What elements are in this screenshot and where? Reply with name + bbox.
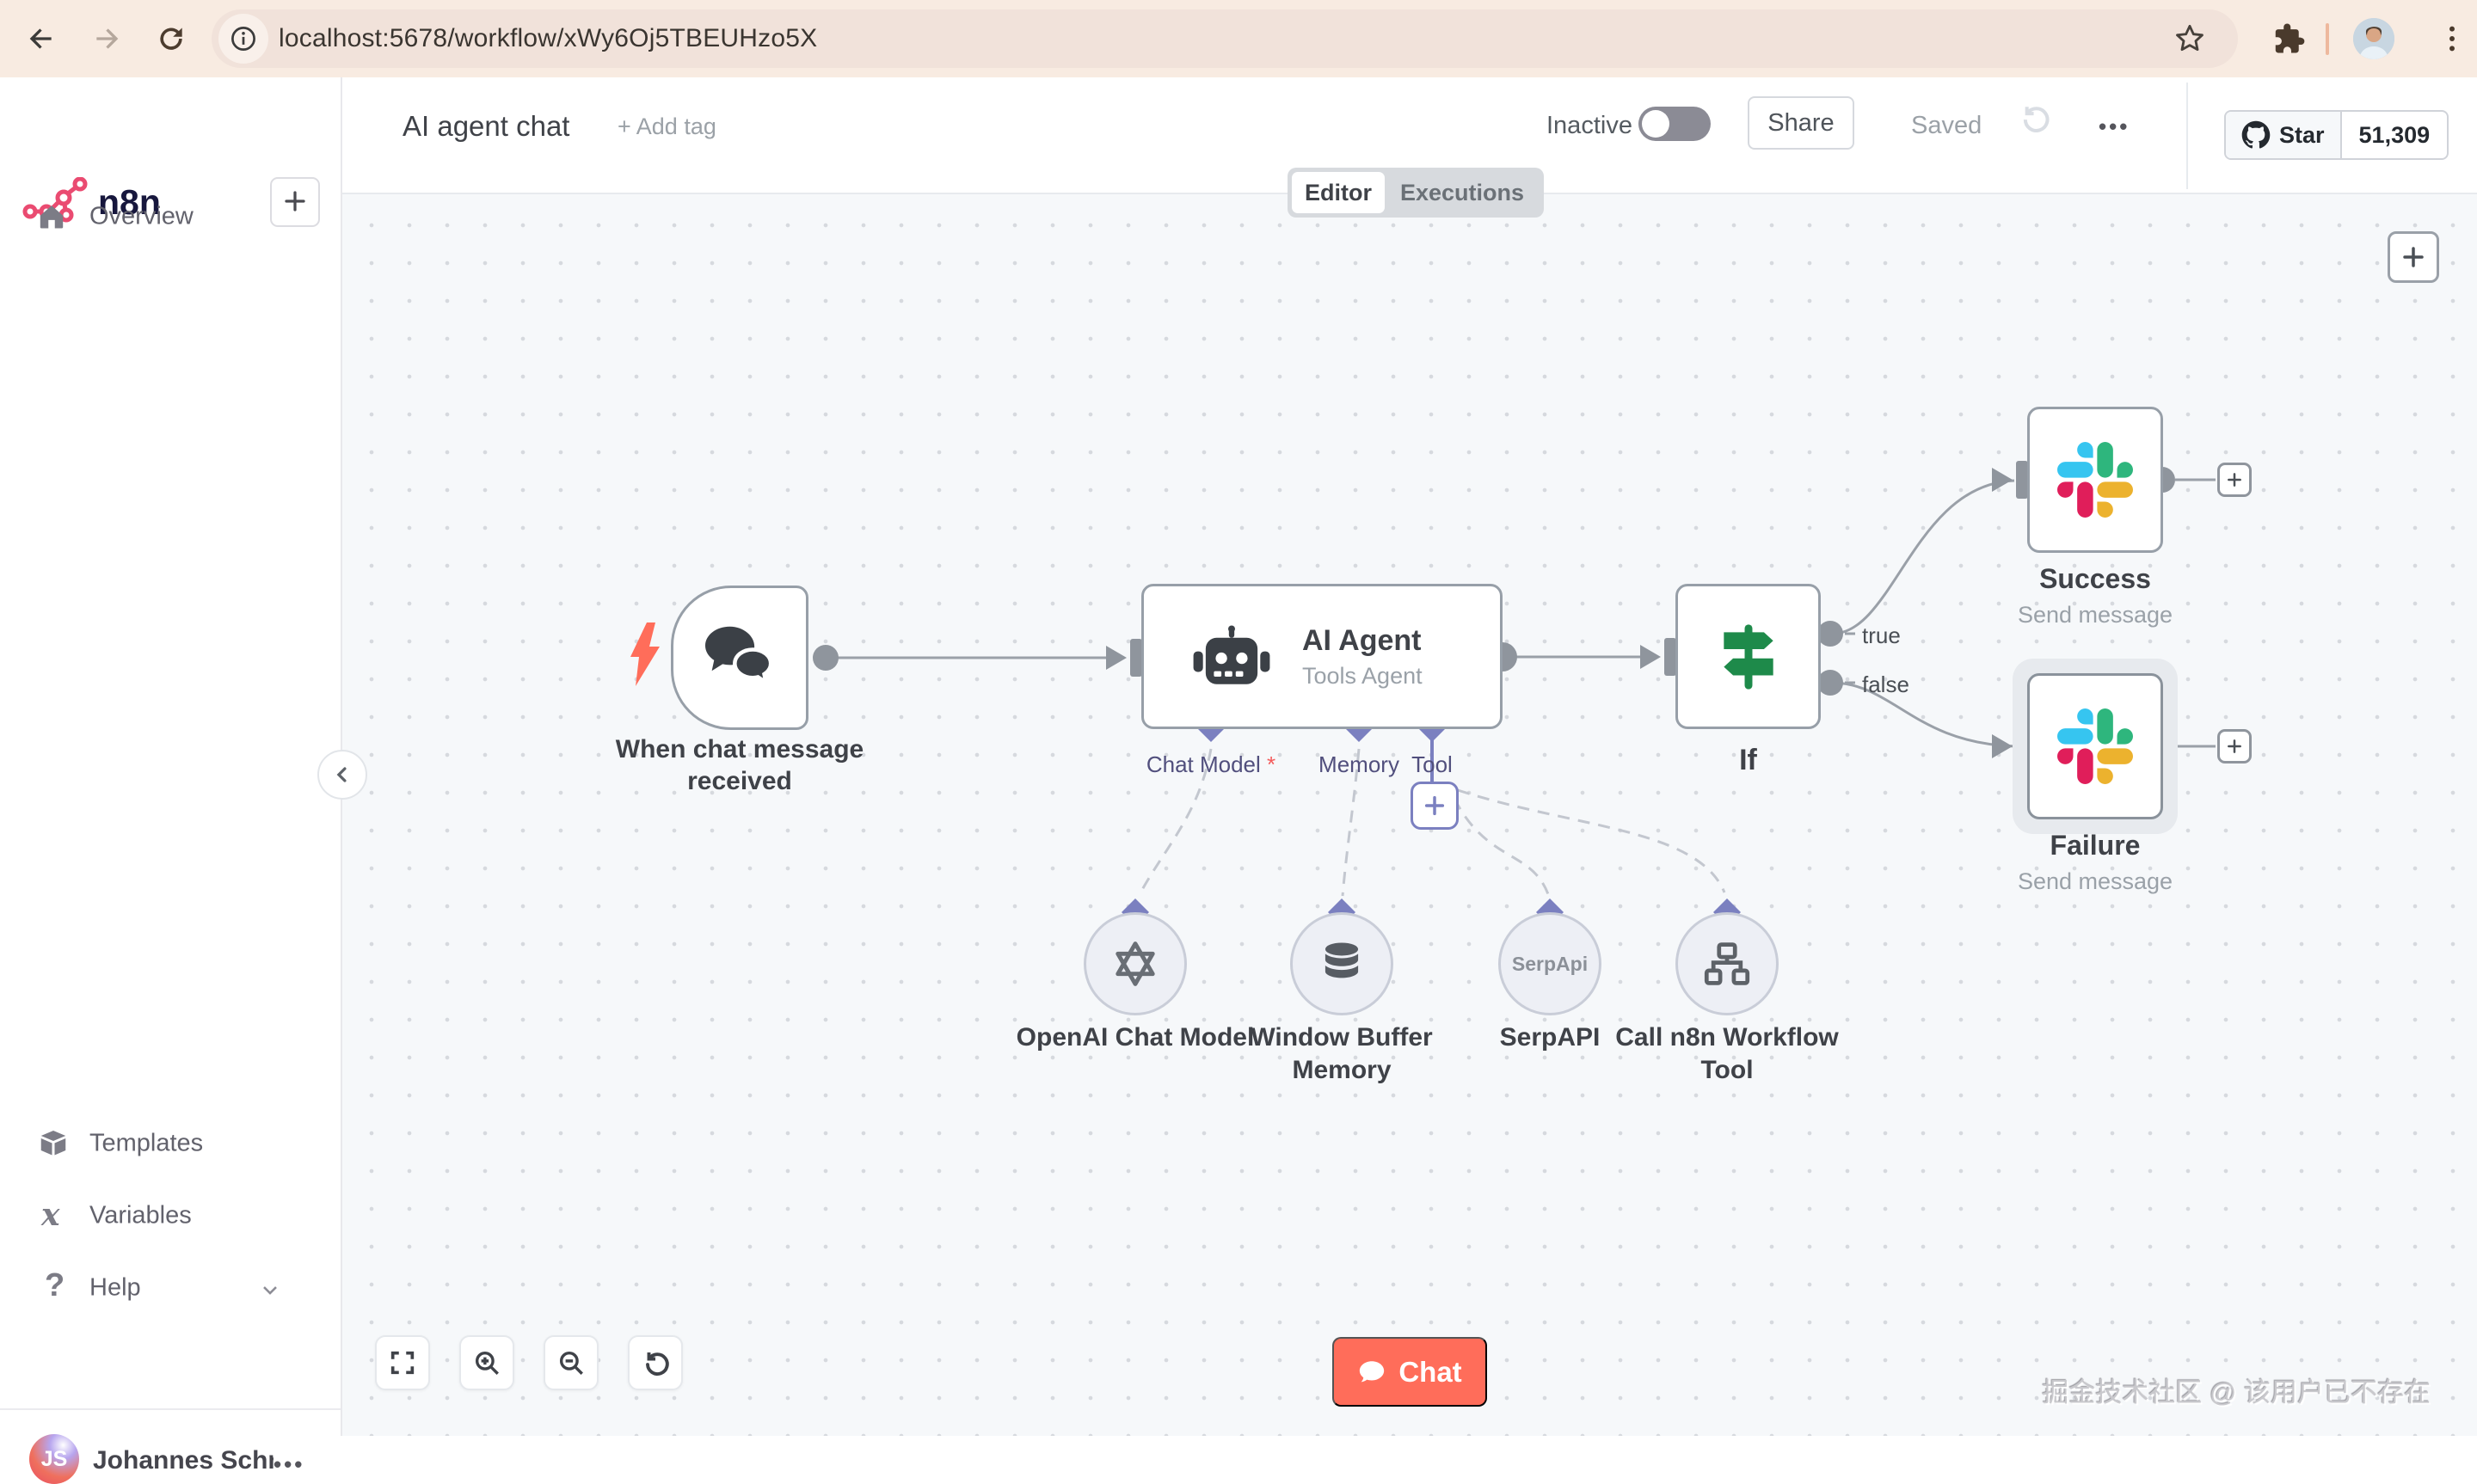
saved-status: Saved [1911, 112, 1982, 139]
node-label-openai: OpenAI Chat Model [1016, 1023, 1255, 1052]
add-tag-button[interactable]: + Add tag [618, 113, 716, 140]
slack-icon [2057, 708, 2133, 784]
node-subtitle: Send message [2017, 868, 2173, 895]
github-star-count[interactable]: 51,309 [2342, 112, 2448, 158]
header-divider [2186, 83, 2188, 189]
github-star-label: Star [2279, 121, 2325, 148]
robot-icon [1193, 625, 1270, 684]
chrome-menu-icon[interactable] [2434, 21, 2468, 55]
add-tool-button[interactable] [1411, 782, 1459, 830]
signpost-icon [1723, 623, 1773, 690]
node-label-failure: Failure Send message [1959, 829, 2231, 896]
sidebar-item-templates[interactable]: Templates [0, 1116, 341, 1171]
chrome-divider [2326, 23, 2329, 55]
user-name[interactable]: Johannes Schn... [93, 1446, 274, 1475]
zoom-out-button[interactable] [544, 1335, 599, 1390]
node-label-window-buffer-memory: Window Buffer Memory [1251, 1023, 1433, 1084]
sidebar-item-label: Overview [89, 202, 194, 230]
tab-executions[interactable]: Executions [1385, 172, 1540, 213]
node-label-if: If [1739, 744, 1757, 776]
node-openai-chat-model[interactable] [1084, 912, 1187, 1015]
extensions-puzzle-icon[interactable] [2271, 21, 2305, 55]
add-next-node-button[interactable] [2217, 729, 2252, 763]
zoom-in-button[interactable] [459, 1335, 514, 1390]
chat-bubble-icon [1360, 1360, 1385, 1382]
help-question-icon: ? [45, 1267, 65, 1303]
reset-zoom-button[interactable] [628, 1335, 683, 1390]
bookmark-star-icon[interactable] [2173, 21, 2207, 56]
node-subtitle: Send message [2017, 602, 2173, 629]
node-title: AI Agent [1302, 623, 1422, 657]
browser-back-icon[interactable] [24, 21, 58, 56]
github-star-widget[interactable]: Star 51,309 [2224, 110, 2449, 160]
history-icon[interactable] [2014, 100, 2052, 142]
templates-box-icon [38, 1128, 69, 1163]
trigger-bolt-icon [628, 622, 662, 690]
workflow-menu-dots[interactable]: ••• [2099, 113, 2130, 140]
browser-chrome: localhost:5678/workflow/xWy6Oj5TBEUHzo5X [0, 0, 2477, 77]
url-text[interactable]: localhost:5678/workflow/xWy6Oj5TBEUHzo5X [279, 9, 817, 68]
chevron-down-icon [258, 1278, 282, 1306]
workflow-title[interactable]: AI agent chat [403, 110, 569, 143]
database-icon [1325, 942, 1359, 978]
chevron-left-icon [336, 767, 347, 782]
github-octocat-icon [2241, 120, 2271, 149]
sidebar-divider [0, 1408, 341, 1410]
node-serpapi[interactable]: SerpApi [1498, 912, 1601, 1015]
chat-button[interactable]: Chat [1332, 1337, 1487, 1407]
active-status-label: Inactive [1546, 112, 1632, 139]
sidebar-item-help[interactable]: ? Help [0, 1260, 341, 1315]
sidebar: n8n Overview Templates x Variables ? Hel… [0, 77, 342, 1484]
workflow-canvas[interactable]: When chat message received AI Agent Tool… [342, 194, 2477, 1436]
slack-icon [2057, 442, 2133, 518]
tab-editor[interactable]: Editor [1292, 172, 1385, 213]
node-success[interactable] [2027, 407, 2163, 553]
sidebar-item-label: Templates [89, 1129, 204, 1157]
sidebar-item-overview[interactable]: Overview [0, 189, 341, 244]
fit-view-button[interactable] [375, 1335, 430, 1390]
view-tabs: Editor Executions [1288, 168, 1544, 218]
node-failure[interactable] [2027, 673, 2163, 819]
node-label-trigger: When chat message received [615, 735, 864, 795]
node-label-call-n8n: Call n8n Workflow Tool [1615, 1023, 1839, 1084]
add-next-node-button[interactable] [2217, 463, 2252, 497]
port-label-tool: Tool [1411, 751, 1453, 777]
user-menu-dots[interactable]: ••• [274, 1451, 304, 1478]
node-when-chat-message-received[interactable] [671, 586, 808, 730]
node-label-success: Success Send message [1959, 562, 2231, 629]
home-icon [36, 201, 67, 236]
site-info-icon[interactable] [228, 23, 262, 58]
serpapi-logo: SerpApi [1511, 952, 1589, 975]
openai-icon [1116, 941, 1155, 986]
chat-button-label: Chat [1398, 1355, 1462, 1388]
variables-x-icon: x [41, 1197, 60, 1233]
address-bar[interactable]: localhost:5678/workflow/xWy6Oj5TBEUHzo5X [212, 9, 2238, 68]
browser-forward-icon[interactable] [89, 21, 124, 56]
watermark-text: 掘金技术社区 @ 该用户已不存在 [2042, 1377, 2431, 1407]
workflow-sitemap-icon [1704, 942, 1750, 985]
chat-bubbles-icon [705, 626, 773, 687]
output-label-false: false [1862, 671, 1909, 697]
node-subtitle: Tools Agent [1302, 662, 1423, 689]
user-avatar[interactable]: JS [29, 1434, 79, 1484]
add-node-button[interactable] [2388, 231, 2439, 283]
browser-reload-icon[interactable] [155, 22, 189, 57]
node-call-n8n-workflow-tool[interactable] [1675, 912, 1779, 1015]
sidebar-item-label: Variables [89, 1201, 192, 1230]
output-label-true: true [1862, 622, 1901, 648]
node-ai-agent[interactable]: AI Agent Tools Agent [1141, 584, 1503, 729]
node-if[interactable] [1675, 584, 1821, 729]
share-button[interactable]: Share [1748, 96, 1854, 150]
sidebar-collapse-button[interactable] [317, 750, 367, 800]
sidebar-item-variables[interactable]: x Variables [0, 1188, 341, 1243]
node-window-buffer-memory[interactable] [1290, 912, 1393, 1015]
active-toggle[interactable] [1638, 107, 1711, 141]
sidebar-item-label: Help [89, 1273, 141, 1302]
browser-profile-avatar[interactable] [2353, 18, 2394, 59]
